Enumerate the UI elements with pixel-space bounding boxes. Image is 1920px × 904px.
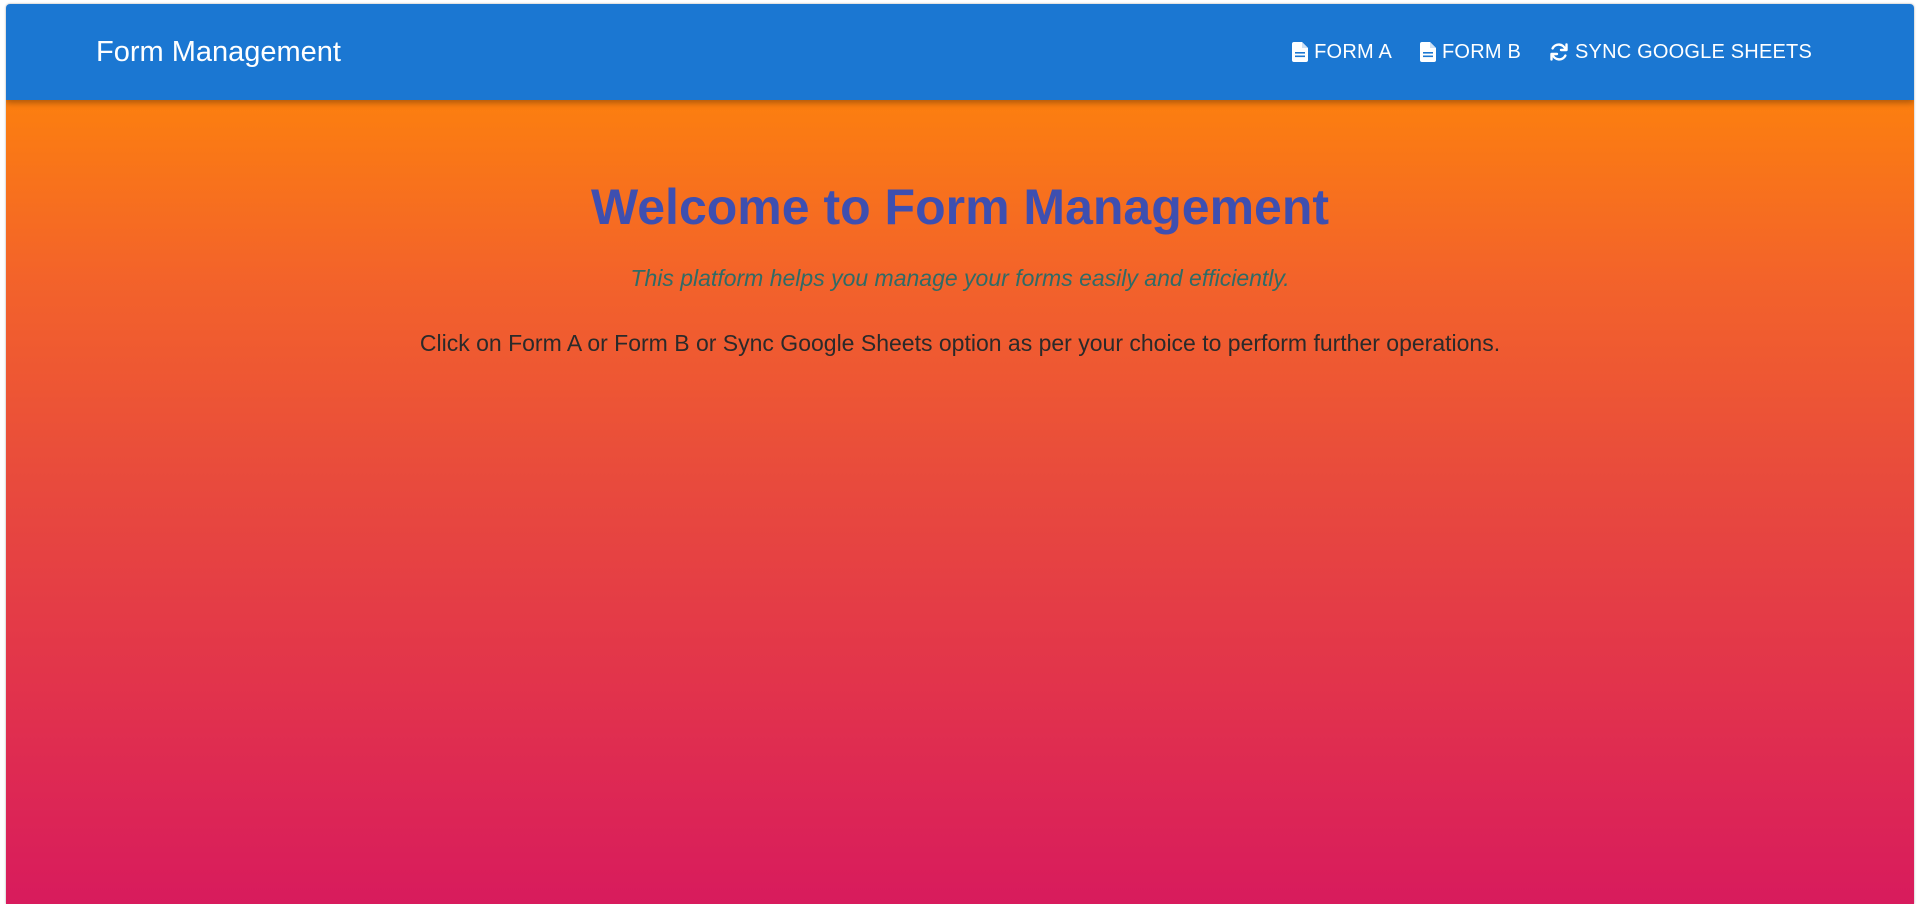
sync-google-sheets-label: SYNC GOOGLE SHEETS — [1575, 40, 1812, 63]
top-nav: FORM A FORM B SYNC GOOGLE SHEETS — [1290, 4, 1814, 100]
page-title: Welcome to Form Management — [590, 179, 1330, 235]
form-b-label: FORM B — [1442, 40, 1521, 63]
file-icon — [1292, 42, 1309, 62]
form-b-button[interactable]: FORM B — [1418, 35, 1523, 70]
app-bar: Form Management FORM A FORM B SYNC GOOGL… — [6, 4, 1914, 100]
file-icon — [1420, 42, 1437, 62]
sync-icon — [1549, 42, 1569, 62]
instruction-text: Click on Form A or Form B or Sync Google… — [419, 330, 1501, 356]
sync-google-sheets-button[interactable]: SYNC GOOGLE SHEETS — [1547, 35, 1814, 70]
main-content: Welcome to Form Management This platform… — [6, 100, 1914, 904]
form-a-label: FORM A — [1314, 40, 1393, 63]
page-subtitle: This platform helps you manage your form… — [630, 265, 1290, 291]
form-a-button[interactable]: FORM A — [1290, 35, 1394, 70]
app-window: Form Management FORM A FORM B SYNC GOOGL… — [6, 4, 1914, 904]
app-title[interactable]: Form Management — [96, 4, 341, 100]
